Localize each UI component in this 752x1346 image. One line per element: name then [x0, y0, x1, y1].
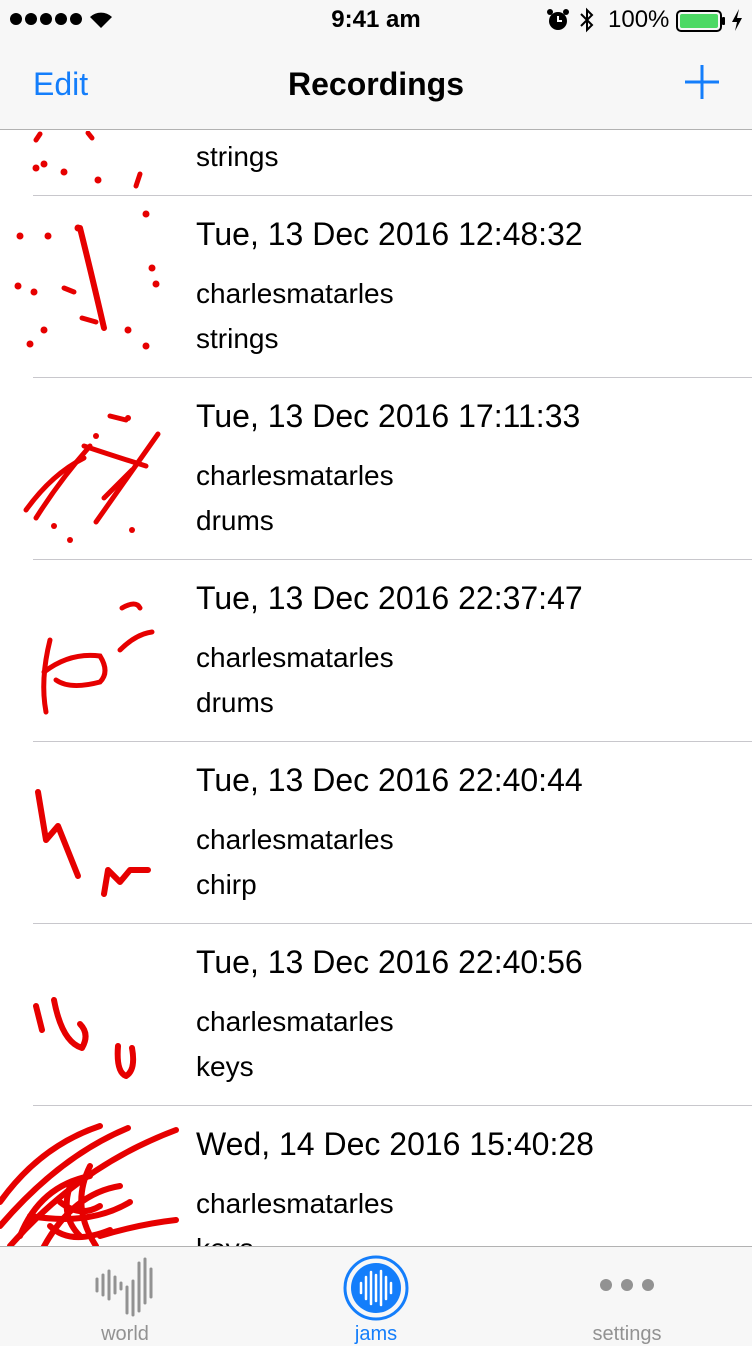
tab-world[interactable]: world: [0, 1247, 250, 1346]
recording-date: Tue, 13 Dec 2016 22:40:56: [196, 944, 583, 980]
recording-row[interactable]: Tue, 13 Dec 2016 22:40:56 charlesmatarle…: [0, 924, 752, 1106]
recording-drawing-thumbnail: [41, 601, 155, 715]
recording-row[interactable]: strings: [0, 131, 752, 196]
more-icon: [600, 1279, 654, 1291]
status-bar: 9:41 am 100%: [0, 0, 752, 40]
recording-instrument: strings: [196, 141, 279, 172]
waveform-circle-icon: [343, 1255, 409, 1321]
alarm-icon: [547, 9, 569, 30]
recording-user: charlesmatarles: [196, 1188, 394, 1219]
recording-row[interactable]: Tue, 13 Dec 2016 17:11:33 charlesmatarle…: [0, 378, 752, 560]
recording-drawing-thumbnail: [0, 1123, 179, 1246]
tab-bar: world jams settings: [0, 1246, 752, 1346]
recording-user: charlesmatarles: [196, 278, 394, 309]
recording-instrument: strings: [196, 323, 279, 354]
recording-drawing-thumbnail: [14, 210, 160, 350]
recording-instrument: drums: [196, 505, 274, 536]
recording-row[interactable]: Tue, 13 Dec 2016 22:40:44 charlesmatarle…: [0, 742, 752, 924]
tab-settings[interactable]: settings: [502, 1247, 752, 1346]
recording-date: Tue, 13 Dec 2016 17:11:33: [196, 398, 581, 434]
recording-date: Wed, 14 Dec 2016 15:40:28: [196, 1126, 594, 1162]
charging-icon: [732, 9, 742, 31]
recording-drawing-thumbnail: [23, 413, 161, 543]
tab-label: world: [101, 1323, 149, 1345]
recordings-list[interactable]: strings Tue, 13 Dec 2016 12:48:32 charle…: [0, 131, 752, 1246]
recording-user: charlesmatarles: [196, 642, 394, 673]
recording-user: charlesmatarles: [196, 460, 394, 491]
tab-jams[interactable]: jams: [251, 1247, 501, 1346]
bluetooth-icon: [580, 7, 594, 33]
recording-date: Tue, 13 Dec 2016 22:37:47: [196, 580, 583, 616]
recording-date: Tue, 13 Dec 2016 12:48:32: [196, 216, 583, 252]
recording-instrument: drums: [196, 687, 274, 718]
recording-drawing-thumbnail: [32, 131, 143, 189]
recording-row[interactable]: Tue, 13 Dec 2016 22:37:47 charlesmatarle…: [0, 560, 752, 742]
page-title: Recordings: [287, 66, 465, 102]
tab-label: jams: [354, 1323, 398, 1345]
recording-instrument: chirp: [196, 869, 257, 900]
recording-user: charlesmatarles: [196, 824, 394, 855]
tab-label: settings: [592, 1323, 662, 1345]
recording-instrument: keys: [196, 1051, 254, 1082]
recording-drawing-thumbnail: [33, 997, 137, 1079]
battery-icon: [676, 10, 725, 32]
recording-user: charlesmatarles: [196, 1006, 394, 1037]
battery-percent: 100%: [608, 6, 670, 33]
navigation-bar: Edit Recordings: [0, 40, 752, 130]
recording-row[interactable]: Wed, 14 Dec 2016 15:40:28 charlesmatarle…: [0, 1106, 752, 1246]
recording-instrument: keys: [196, 1233, 254, 1246]
recording-drawing-thumbnail: [35, 789, 151, 897]
add-icon[interactable]: [684, 64, 720, 100]
waveform-icon: [95, 1257, 153, 1317]
recording-row[interactable]: Tue, 13 Dec 2016 12:48:32 charlesmatarle…: [0, 196, 752, 378]
recording-date: Tue, 13 Dec 2016 22:40:44: [196, 762, 583, 798]
